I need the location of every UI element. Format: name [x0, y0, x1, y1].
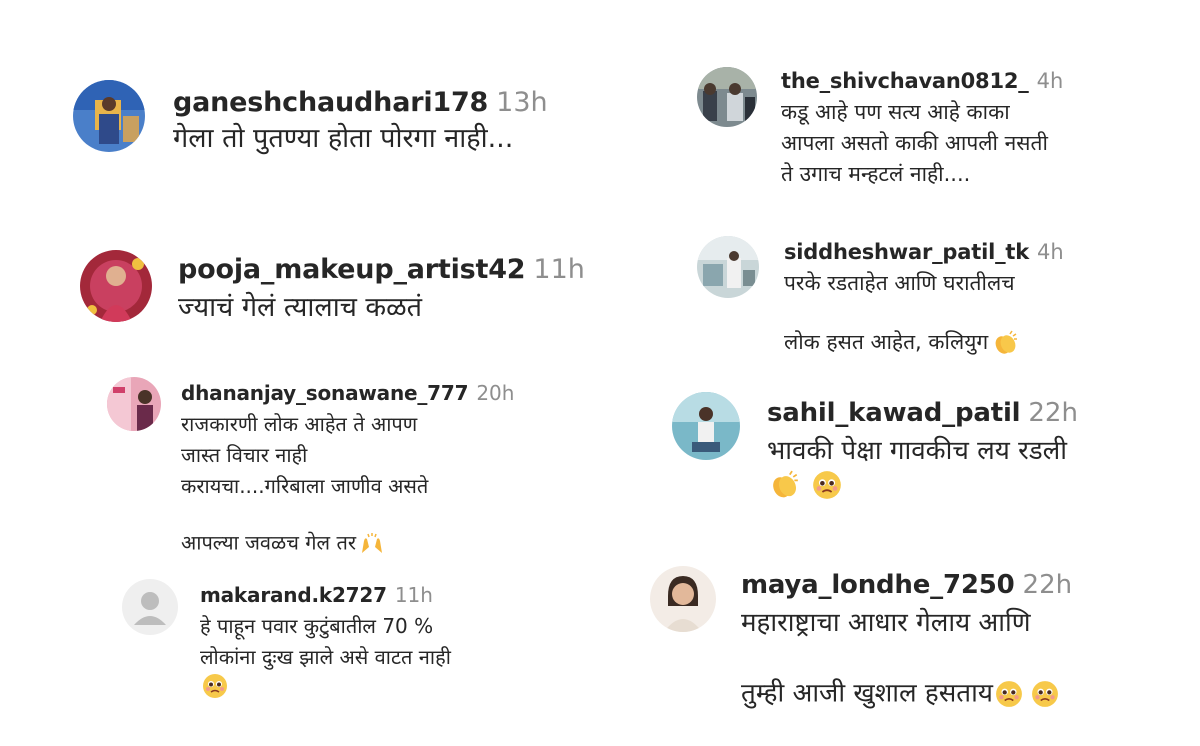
raising-hands-icon	[359, 502, 385, 586]
username[interactable]: siddheshwar_patil_tk	[784, 240, 1029, 264]
clapping-hands-icon	[769, 470, 799, 500]
comment-item: makarand.k2727 11h हे पाहून पवार कुटुंबात…	[122, 579, 451, 703]
comment-text: राजकारणी लोक आहेत ते आपण जास्त विचार नाह…	[181, 409, 514, 586]
comment-text: गेला तो पुतण्या होता पोरगा नाही...	[173, 123, 514, 154]
avatar[interactable]	[107, 377, 161, 431]
username[interactable]: maya_londhe_7250	[741, 570, 1015, 600]
pleading-face-icon	[1031, 642, 1059, 746]
comment-text-content: राजकारणी लोक आहेत ते आपण जास्त विचार नाह…	[181, 412, 429, 555]
timestamp[interactable]: 11h	[533, 254, 584, 285]
comment-text: महाराष्ट्राचा आधार गेलाय आणि तुम्ही आजी …	[741, 604, 1072, 746]
user-photo-icon	[80, 250, 152, 322]
username[interactable]: the_shivchavan0812_	[781, 69, 1029, 93]
comment-item: pooja_makeup_artist42 11h ज्याचं गेलं त्य…	[80, 250, 585, 328]
user-photo-icon	[697, 236, 759, 298]
pleading-face-icon	[995, 642, 1023, 746]
comment-item: dhananjay_sonawane_777 20h राजकारणी लोक आ…	[107, 377, 514, 586]
clapping-hands-icon	[992, 299, 1018, 387]
comment-text: परके रडताहेत आणि घरातीलच लोक हसत आहेत, क…	[784, 268, 1064, 387]
avatar[interactable]	[672, 392, 740, 460]
default-user-icon	[122, 579, 178, 635]
comment-item: the_shivchavan0812_ 4h कडू आहे पण सत्य आह…	[697, 65, 1063, 190]
emoji-row	[767, 470, 1078, 506]
timestamp[interactable]: 20h	[476, 381, 514, 405]
comment-item: sahil_kawad_patil 22h भावकी पेक्षा गावकीच…	[672, 392, 1078, 506]
emoji-row	[200, 673, 451, 703]
timestamp[interactable]: 22h	[1028, 398, 1078, 428]
username[interactable]: pooja_makeup_artist42	[178, 254, 526, 285]
username[interactable]: dhananjay_sonawane_777	[181, 381, 469, 405]
avatar[interactable]	[697, 236, 759, 298]
comment-text: ज्याचं गेलं त्यालाच कळतं	[178, 292, 423, 323]
avatar-placeholder[interactable]	[122, 579, 178, 635]
avatar[interactable]	[80, 250, 152, 322]
comment-item: ganeshchaudhari178 13h गेला तो पुतण्या हो…	[73, 80, 548, 158]
username[interactable]: ganeshchaudhari178	[173, 87, 488, 118]
avatar[interactable]	[697, 67, 757, 127]
user-photo-icon	[107, 377, 161, 431]
timestamp[interactable]: 4h	[1037, 240, 1064, 264]
user-photo-icon	[73, 80, 145, 152]
comment-text: कडू आहे पण सत्य आहे काका आपला असतो काकी …	[781, 100, 1048, 186]
avatar[interactable]	[650, 566, 716, 632]
timestamp[interactable]: 13h	[496, 87, 547, 118]
comment-item: maya_londhe_7250 22h महाराष्ट्राचा आधार ग…	[650, 566, 1072, 746]
avatar[interactable]	[73, 80, 145, 152]
comment-text-content: परके रडताहेत आणि घरातीलच लोक हसत आहेत, क…	[784, 271, 1015, 354]
timestamp[interactable]: 4h	[1037, 69, 1064, 93]
comment-text-content: महाराष्ट्राचा आधार गेलाय आणि तुम्ही आजी …	[741, 608, 1031, 709]
user-photo-icon	[650, 566, 716, 632]
username[interactable]: sahil_kawad_patil	[767, 398, 1021, 428]
username[interactable]: makarand.k2727	[200, 583, 387, 607]
comment-text: हे पाहून पवार कुटुंबातील 70 % लोकांना दु…	[200, 614, 451, 669]
comment-text: भावकी पेक्षा गावकीच लय रडली	[767, 436, 1068, 466]
user-photo-icon	[672, 392, 740, 460]
pleading-face-icon	[812, 470, 842, 500]
timestamp[interactable]: 22h	[1023, 570, 1073, 600]
user-photo-icon	[697, 67, 757, 127]
timestamp[interactable]: 11h	[395, 583, 433, 607]
pleading-face-icon	[202, 673, 228, 699]
comment-item: siddheshwar_patil_tk 4h परके रडताहेत आणि …	[697, 236, 1064, 387]
